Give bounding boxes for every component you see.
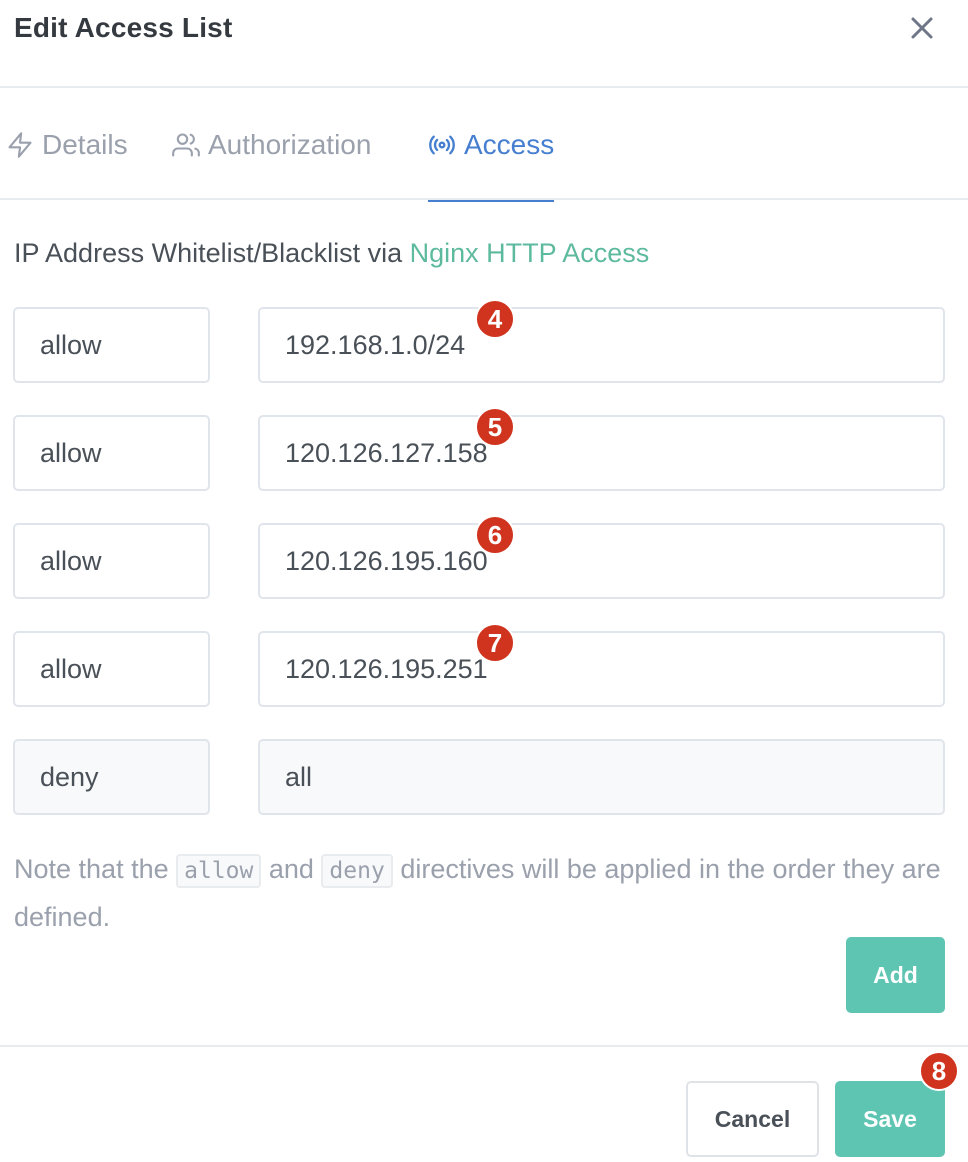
tab-authorization-label: Authorization	[208, 129, 372, 160]
tab-details[interactable]: Details	[6, 90, 128, 200]
rule-row-2: allow 120.126.127.158 5	[0, 407, 968, 491]
tab-access-label: Access	[464, 129, 555, 160]
add-rule-button[interactable]: Add	[846, 937, 945, 1013]
modal-header: Edit Access List	[0, 0, 968, 88]
nginx-http-access-link[interactable]: Nginx HTTP Access	[410, 238, 650, 268]
intro-text: IP Address Whitelist/Blacklist via	[14, 238, 410, 268]
deny-code: deny	[321, 854, 393, 888]
radio-icon	[429, 135, 455, 155]
tab-authorization[interactable]: Authorization	[172, 90, 371, 200]
note-middle: and	[261, 854, 322, 884]
rule-row-3: allow 120.126.195.160 6	[0, 515, 968, 599]
step-badge: 6	[475, 515, 515, 555]
tab-bar: Details Authorization Access	[0, 90, 968, 202]
close-button[interactable]	[904, 10, 940, 46]
close-icon	[911, 17, 933, 39]
modal-title: Edit Access List	[14, 12, 233, 43]
address-input[interactable]: 192.168.1.0/24	[258, 307, 945, 383]
step-badge: 8	[919, 1051, 959, 1091]
access-intro: IP Address Whitelist/Blacklist via Nginx…	[14, 238, 649, 269]
users-icon	[172, 133, 200, 157]
step-badge: 5	[475, 407, 515, 447]
directive-select[interactable]: allow	[13, 631, 210, 707]
modal-footer: Cancel Save 8	[0, 1045, 968, 1162]
rule-row-deny-all: deny all	[0, 739, 968, 815]
address-input[interactable]: 120.126.195.251	[258, 631, 945, 707]
address-input[interactable]: 120.126.127.158	[258, 415, 945, 491]
tab-details-label: Details	[42, 129, 128, 160]
note-prefix: Note that the	[14, 854, 177, 884]
allow-code: allow	[176, 854, 262, 888]
step-badge: 7	[475, 623, 515, 663]
directive-readonly: deny	[13, 739, 210, 815]
rule-row-4: allow 120.126.195.251 7	[0, 623, 968, 707]
address-input[interactable]: 120.126.195.160	[258, 523, 945, 599]
directive-select[interactable]: allow	[13, 415, 210, 491]
order-note: Note that the allow and deny directives …	[14, 846, 954, 940]
zap-icon	[8, 132, 32, 158]
directive-select[interactable]: allow	[13, 523, 210, 599]
step-badge: 4	[475, 299, 515, 339]
save-button[interactable]: Save	[835, 1081, 945, 1157]
tab-access[interactable]: Access	[428, 90, 555, 202]
rule-row-1: allow 192.168.1.0/24 4	[0, 299, 968, 383]
directive-select[interactable]: allow	[13, 307, 210, 383]
cancel-button[interactable]: Cancel	[686, 1081, 819, 1157]
address-readonly: all	[258, 739, 945, 815]
